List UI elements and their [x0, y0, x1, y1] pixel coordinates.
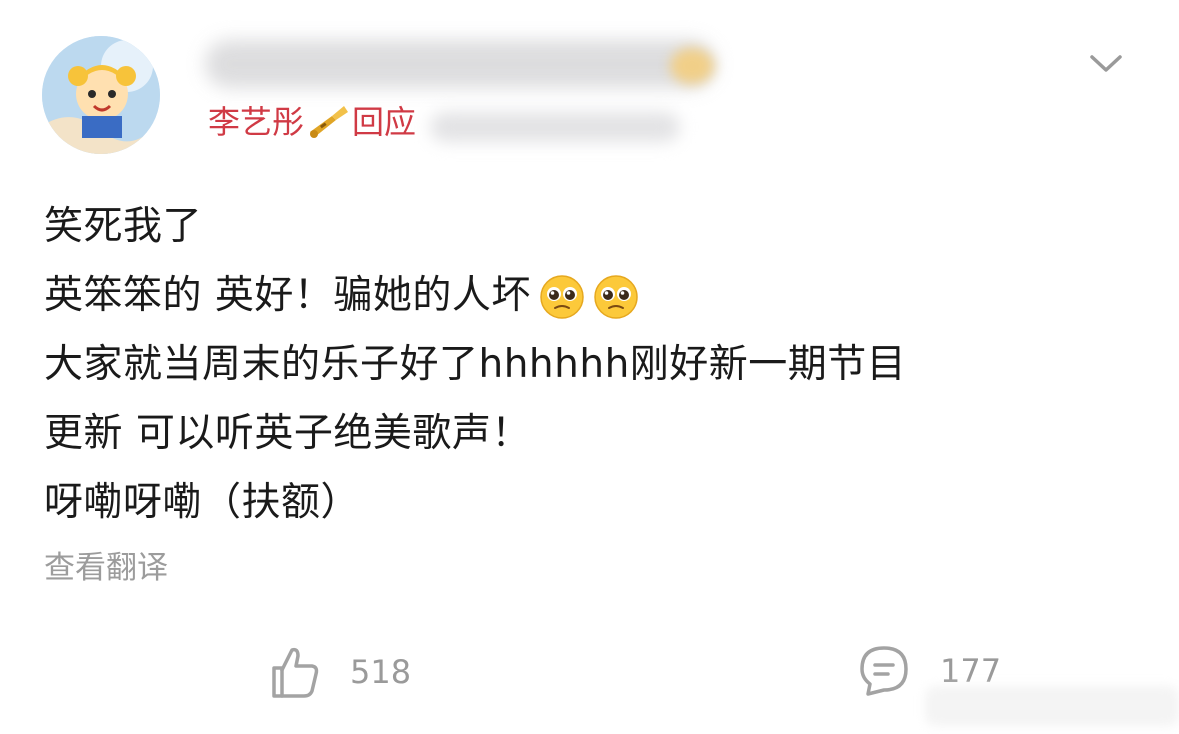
comment-icon	[860, 646, 908, 696]
trumpet-icon	[306, 102, 350, 142]
like-button[interactable]: 518	[270, 644, 411, 700]
pleading-face-emoji	[539, 273, 585, 319]
reply-row: 李艺彤 回应	[208, 100, 416, 144]
post-line: 英笨笨的 英好！骗她的人坏	[44, 261, 1144, 330]
post-line: 笑死我了	[44, 192, 1144, 261]
post-line-text: 英笨笨的 英好！骗她的人坏	[44, 273, 531, 318]
username-blurred[interactable]	[205, 40, 715, 88]
more-options-button[interactable]	[1084, 46, 1128, 82]
comment-count: 177	[940, 652, 1002, 690]
thumbs-up-icon	[272, 647, 319, 698]
reply-label: 回应	[352, 103, 417, 141]
avatar[interactable]	[42, 36, 160, 154]
chevron-down-icon	[1090, 55, 1122, 72]
post-line: 大家就当周末的乐子好了hhhhhh刚好新一期节目	[44, 330, 1144, 399]
post-line: 呀嘞呀嘞（扶额）	[44, 468, 1144, 537]
post-line: 更新 可以听英子绝美歌声！	[44, 399, 1144, 468]
view-translation-link[interactable]: 查看翻译	[44, 546, 168, 590]
like-count: 518	[350, 653, 412, 691]
post-line-text: 呀嘞呀嘞（扶额）	[44, 480, 361, 525]
post-line-text: 更新 可以听英子绝美歌声！	[44, 411, 531, 456]
post-meta-blurred	[430, 112, 680, 142]
watermark-blurred	[925, 686, 1179, 726]
post-line-text: 大家就当周末的乐子好了hhhhhh刚好新一期节目	[44, 342, 907, 387]
user-badge-icon	[670, 48, 714, 84]
post-line-text: 笑死我了	[44, 204, 203, 249]
post-body: 笑死我了 英笨笨的 英好！骗她的人坏 大家就当周末的乐子好了hhhhhh刚好新一…	[44, 192, 1144, 537]
reply-user-name[interactable]: 李艺彤	[208, 102, 304, 142]
pleading-face-emoji	[593, 273, 639, 319]
